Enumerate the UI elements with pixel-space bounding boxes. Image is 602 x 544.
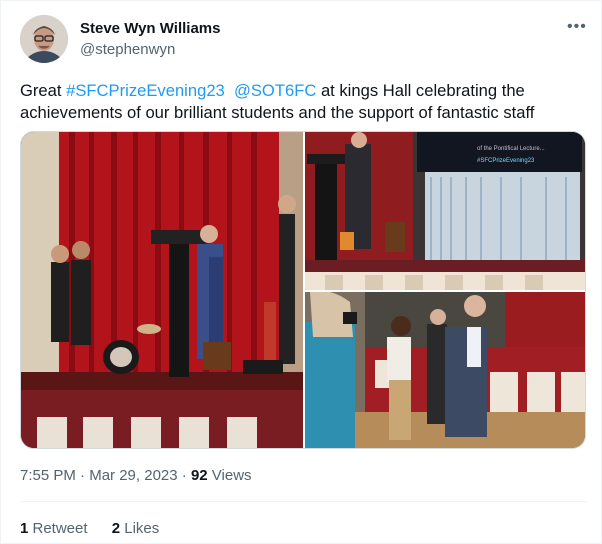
mention-link[interactable]: @SOT6FC bbox=[234, 81, 316, 100]
avatar[interactable] bbox=[20, 15, 68, 63]
screen-subtitle: of the Pontifical Lecture... bbox=[477, 146, 545, 152]
meta-separator: · bbox=[177, 467, 191, 484]
divider bbox=[20, 501, 586, 502]
likes-label: Likes bbox=[120, 520, 160, 537]
photo-speaker-lectern[interactable]: of the Pontifical Lecture... #SFCPrizeEv… bbox=[305, 132, 585, 290]
more-options-icon[interactable]: ••• bbox=[567, 18, 587, 36]
tweet-date[interactable]: Mar 29, 2023 bbox=[89, 467, 177, 484]
author-name[interactable]: Steve Wyn Williams bbox=[80, 20, 220, 37]
tweet-time[interactable]: 7:55 PM bbox=[20, 467, 76, 484]
tweet-text: Great #SFCPrizeEvening23 @SOT6FC at king… bbox=[20, 80, 590, 124]
likes-count: 2 bbox=[111, 520, 121, 537]
screen-hashtag: #SFCPrizeEvening23 bbox=[477, 158, 535, 164]
likes-stat[interactable]: 2 Likes bbox=[112, 520, 160, 537]
author-handle[interactable]: @stephenwyn bbox=[80, 41, 175, 58]
tweet-meta: 7:55 PM · Mar 29, 2023 · 92 Views bbox=[20, 467, 252, 484]
engagement-stats: 1 Retweet 2 Likes bbox=[20, 520, 179, 537]
media-grid: of the Pontifical Lecture... #SFCPrizeEv… bbox=[20, 131, 586, 449]
tweet-text-prefix: Great bbox=[20, 81, 67, 100]
views-label: Views bbox=[207, 467, 252, 484]
hashtag-link[interactable]: #SFCPrizeEvening23 bbox=[66, 81, 225, 100]
meta-separator: · bbox=[75, 467, 90, 484]
tweet-card: Steve Wyn Williams @stephenwyn ••• Great… bbox=[0, 0, 602, 544]
photo-stage-band[interactable] bbox=[21, 132, 303, 448]
retweets-stat[interactable]: 1 Retweet bbox=[20, 520, 88, 537]
views-count: 92 bbox=[190, 467, 208, 484]
retweets-label: Retweet bbox=[28, 520, 88, 537]
photo-award-handshake[interactable] bbox=[305, 292, 585, 448]
